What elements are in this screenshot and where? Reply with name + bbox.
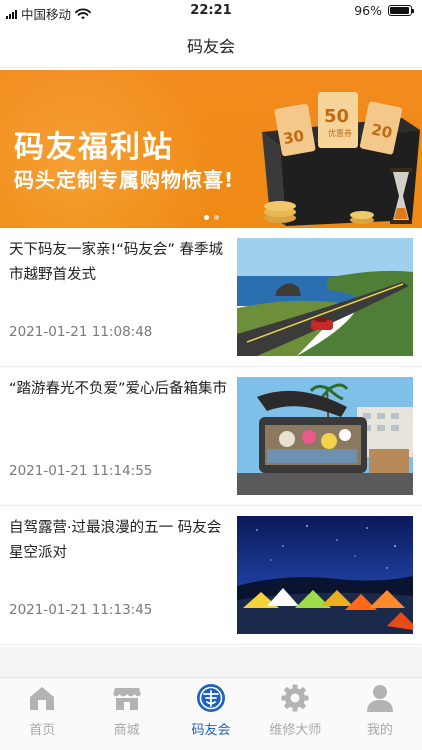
gift-box-coupons-image: 30 50 优惠券 20 bbox=[262, 92, 420, 226]
profile-icon bbox=[366, 685, 393, 712]
tab-home[interactable]: 首页 bbox=[0, 678, 84, 750]
article-list: 天下码友一家亲!“码友会” 春季城市越野首发式 2021-01-21 11:08… bbox=[0, 228, 422, 645]
article-time: 2021-01-21 11:13:45 bbox=[9, 602, 153, 618]
tab-label: 我的 bbox=[366, 723, 393, 738]
coastal-road-car-image bbox=[237, 238, 413, 356]
banner-dot[interactable] bbox=[213, 215, 219, 220]
tab-bar: 首页 商城 码友会 维修大师 我的 bbox=[0, 677, 422, 750]
tab-club[interactable]: 码友会 bbox=[169, 678, 253, 750]
club-icon bbox=[197, 684, 226, 712]
list-item[interactable]: 自驾露营·过最浪漫的五一 码友会星空派对 2021-01-21 11:13:45 bbox=[0, 506, 422, 645]
banner-subline: 码头定制专属购物惊喜! bbox=[14, 168, 235, 192]
car-trunk-market-image bbox=[237, 377, 413, 495]
banner-headline: 码友福利站 bbox=[14, 130, 174, 165]
list-footer-gap bbox=[0, 647, 422, 677]
banner-pagination bbox=[0, 215, 422, 220]
nav-bar: 码友会 bbox=[0, 22, 422, 68]
article-title: 天下码友一家亲!“码友会” 春季城市越野首发式 bbox=[9, 242, 223, 283]
tab-label: 码友会 bbox=[191, 723, 231, 738]
page-title: 码友会 bbox=[186, 36, 235, 56]
article-title: “踏游春光不负爱”爱心后备箱集市 bbox=[9, 381, 228, 397]
svg-text:30: 30 bbox=[282, 127, 306, 148]
list-item[interactable]: “踏游春光不负爱”爱心后备箱集市 2021-01-21 11:14:55 bbox=[0, 367, 422, 506]
svg-text:优惠券: 优惠券 bbox=[328, 128, 352, 138]
gear-icon bbox=[281, 684, 309, 712]
promo-banner[interactable]: 码友福利站 码头定制专属购物惊喜! 30 50 优惠券 20 bbox=[0, 70, 422, 228]
tab-profile[interactable]: 我的 bbox=[338, 678, 422, 750]
home-icon bbox=[30, 687, 55, 710]
battery-icon bbox=[388, 5, 414, 16]
tab-repair[interactable]: 维修大师 bbox=[253, 678, 337, 750]
tab-store[interactable]: 商城 bbox=[84, 678, 168, 750]
status-bar: 中国移动 22:21 96% bbox=[0, 0, 422, 22]
coupon-cards: 30 50 优惠券 20 bbox=[274, 92, 403, 157]
article-time: 2021-01-21 11:08:48 bbox=[9, 324, 153, 340]
list-item[interactable]: 天下码友一家亲!“码友会” 春季城市越野首发式 2021-01-21 11:08… bbox=[0, 228, 422, 367]
store-icon bbox=[112, 688, 142, 710]
tab-label: 维修大师 bbox=[269, 723, 322, 738]
battery-percent: 96% bbox=[354, 3, 382, 18]
svg-text:50: 50 bbox=[324, 106, 349, 127]
tab-label: 首页 bbox=[29, 723, 56, 738]
starry-camping-tents-image bbox=[237, 516, 413, 634]
banner-dot[interactable] bbox=[203, 215, 209, 220]
battery-level bbox=[390, 7, 410, 14]
status-right: 96% bbox=[354, 3, 414, 18]
article-time: 2021-01-21 11:14:55 bbox=[9, 463, 153, 479]
tab-label: 商城 bbox=[113, 723, 140, 738]
article-title: 自驾露营·过最浪漫的五一 码友会星空派对 bbox=[9, 520, 222, 561]
